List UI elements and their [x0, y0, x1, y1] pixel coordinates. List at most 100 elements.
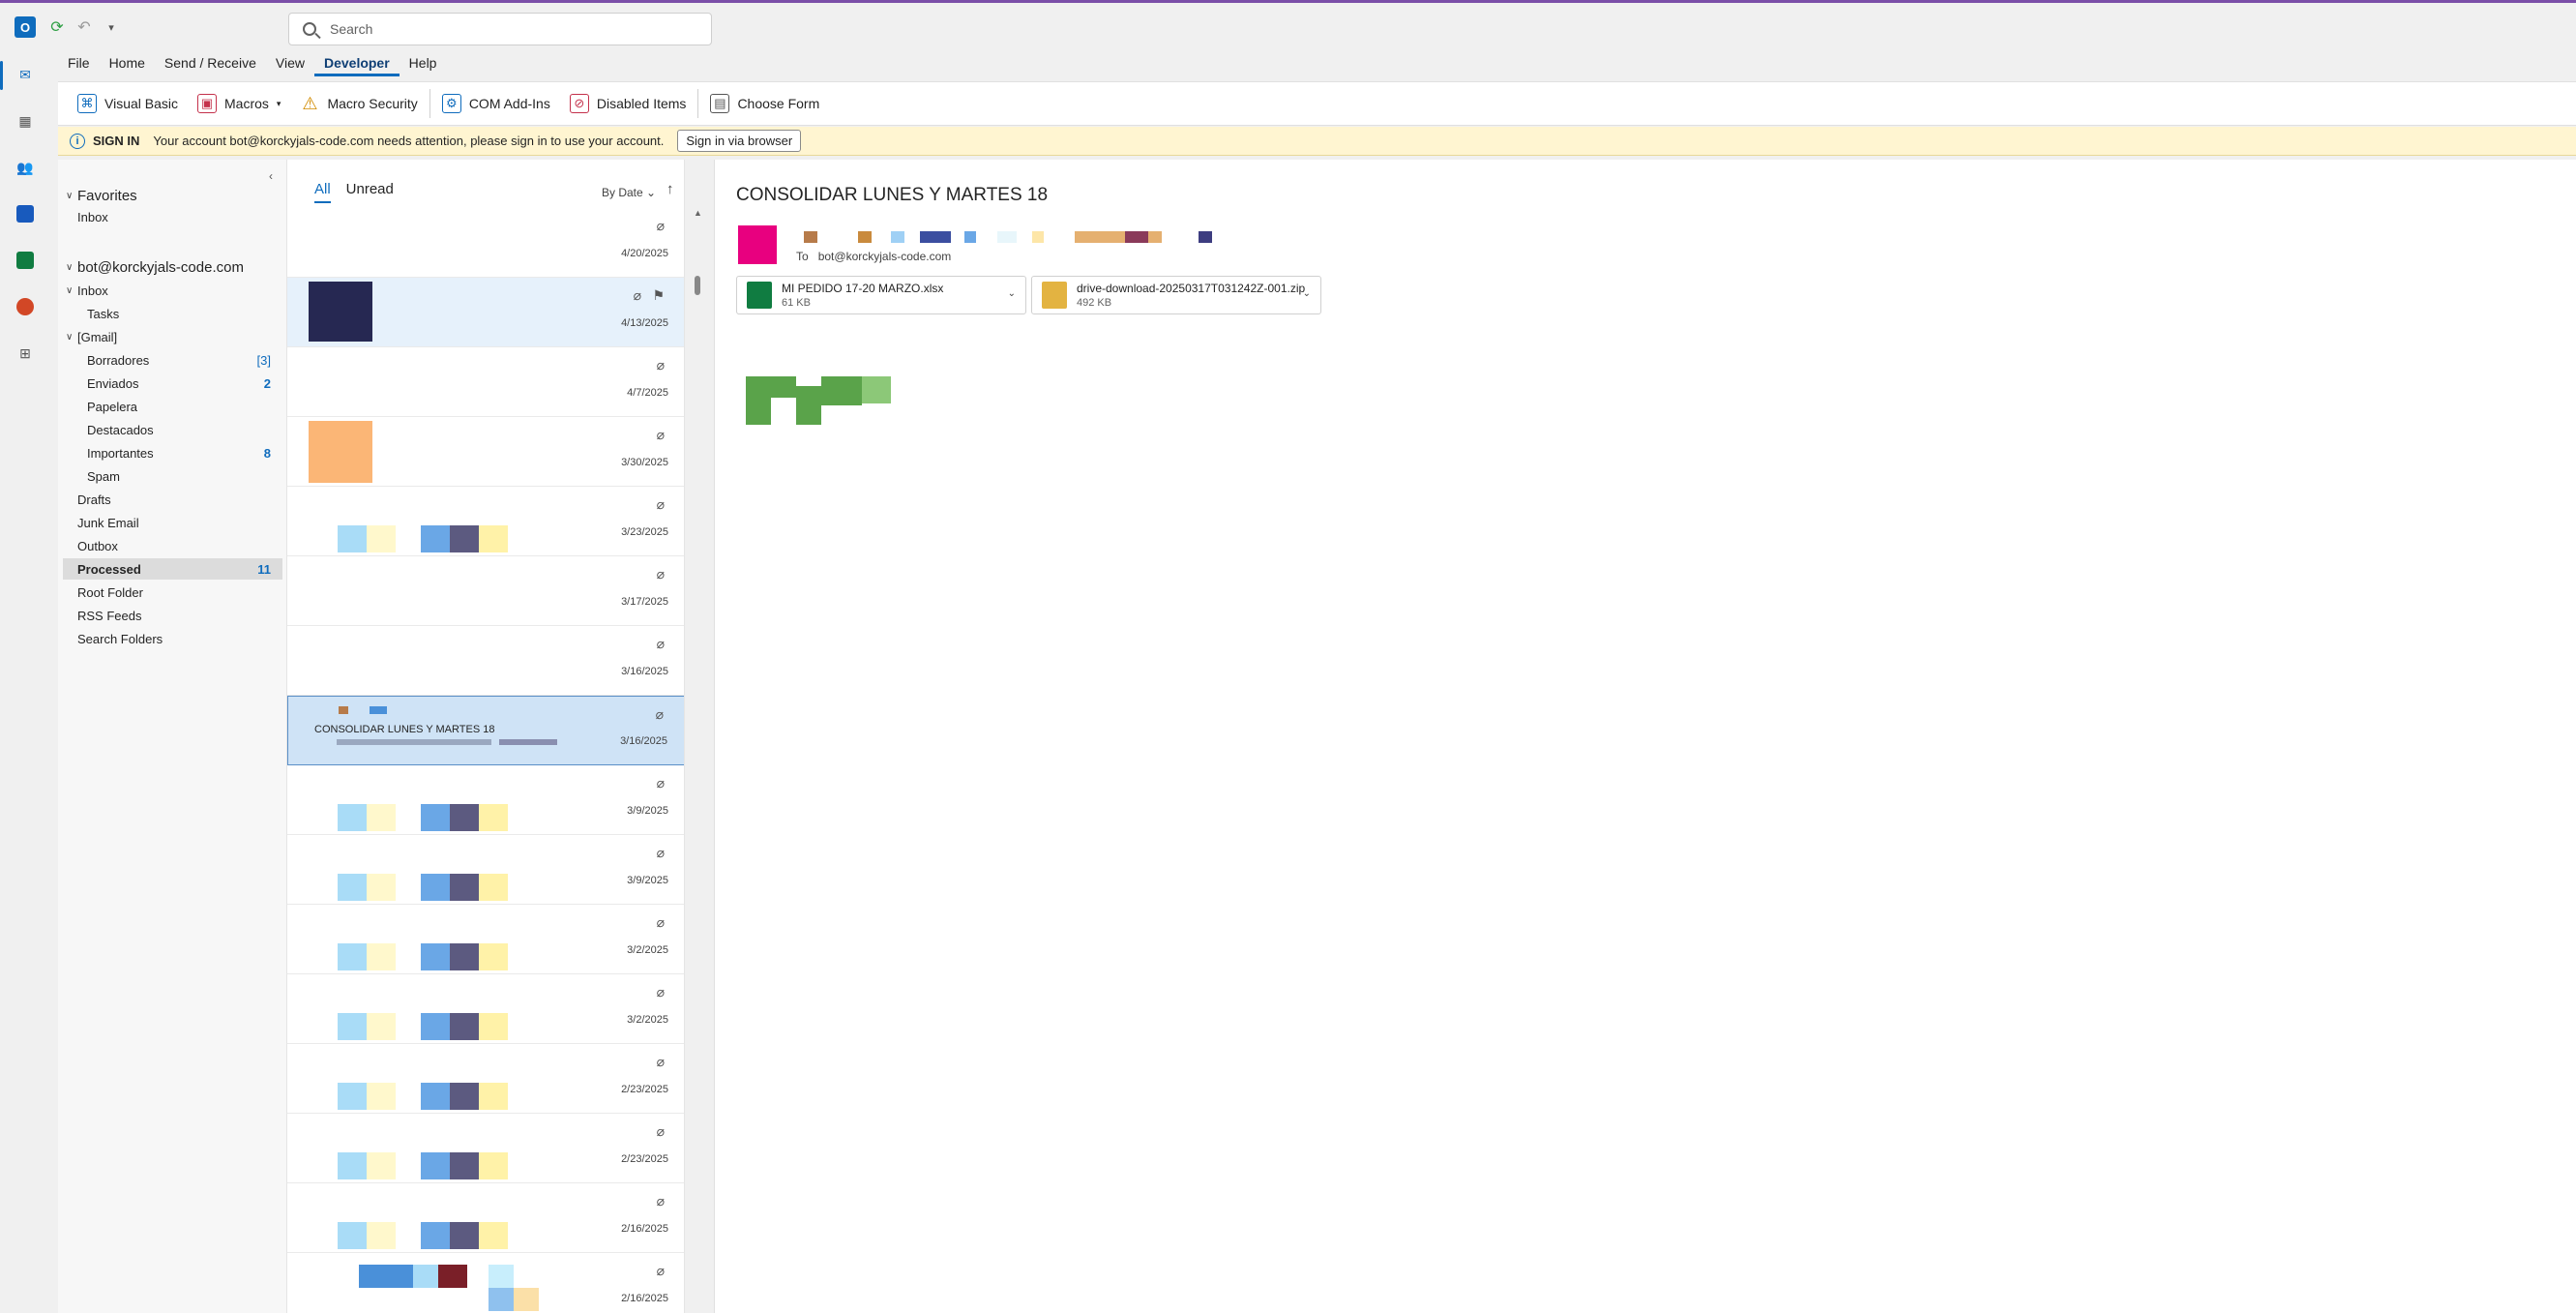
tab-developer[interactable]: Developer [313, 51, 400, 76]
sort-by-button[interactable]: By Date ⌄ [602, 186, 656, 199]
folder-destacados[interactable]: Destacados [87, 419, 311, 440]
app-rail: ✉ ▦ 👥 ⊞ [0, 51, 50, 1313]
message-row[interactable]: ⌀ ⚑ 4/13/2025 [287, 278, 684, 347]
more-apps-icon[interactable]: ⊞ [12, 340, 39, 367]
excel-app-icon[interactable] [12, 247, 39, 274]
redacted-preview [421, 525, 450, 552]
collapse-pane-icon[interactable]: ‹ [269, 169, 273, 183]
form-icon: ▤ [710, 94, 730, 113]
attachment-xlsx[interactable]: MI PEDIDO 17-20 MARZO.xlsx 61 KB ⌄ [736, 276, 1026, 314]
folder-spam[interactable]: Spam [87, 465, 311, 487]
mail-icon[interactable]: ✉ [12, 61, 39, 88]
message-list-scrollbar[interactable]: ▲ [694, 208, 703, 1313]
message-row[interactable]: ⌀ 3/9/2025 [287, 835, 684, 905]
redacted-preview [489, 1265, 514, 1288]
macro-security-button[interactable]: ⚠ Macro Security [290, 87, 427, 120]
account-header[interactable]: ∨ bot@korckyjals-code.com [66, 256, 290, 278]
tab-help[interactable]: Help [400, 51, 447, 76]
chevron-down-icon[interactable]: ⌄ [1008, 288, 1016, 299]
message-row[interactable]: ⌀ 2/16/2025 [287, 1253, 684, 1313]
favorites-header[interactable]: ∨ Favorites [66, 185, 290, 206]
folder-processed[interactable]: Processed 11 [63, 558, 282, 580]
flag-icon[interactable]: ⚑ [652, 287, 665, 304]
calendar-icon[interactable]: ▦ [12, 107, 39, 134]
filter-all-tab[interactable]: All [314, 181, 331, 203]
message-row[interactable]: ⌀ 4/20/2025 [287, 208, 684, 278]
folder-junk-email[interactable]: Junk Email [77, 512, 302, 533]
redacted-preview [479, 804, 508, 831]
choose-form-button[interactable]: ▤ Choose Form [700, 87, 829, 120]
customize-toolbar-icon[interactable]: ▾ [101, 16, 122, 38]
disabled-items-button[interactable]: ⊘ Disabled Items [560, 87, 696, 120]
message-subject: CONSOLIDAR LUNES Y MARTES 18 [314, 724, 495, 735]
folder-search-folders[interactable]: Search Folders [77, 628, 302, 649]
message-row[interactable]: ⌀ 3/30/2025 [287, 417, 684, 487]
sync-icon[interactable]: ⟳ [46, 16, 68, 38]
attachment-icon: ⌀ [656, 775, 665, 791]
message-row[interactable]: ⌀ 2/23/2025 [287, 1114, 684, 1183]
folder-tasks[interactable]: Tasks [87, 303, 311, 324]
folder-favorites-inbox[interactable]: Inbox [77, 206, 302, 227]
scroll-up-icon[interactable]: ▲ [694, 208, 702, 218]
redacted-preview [367, 874, 396, 901]
folder-label: [Gmail] [77, 329, 118, 344]
visual-basic-button[interactable]: ⌘ Visual Basic [68, 87, 188, 120]
redacted-sender [337, 739, 491, 745]
message-list: All Unread By Date ⌄ ↑ ⌀ 4/20/2025 ⌀ ⚑ 4/13/… [286, 160, 685, 1313]
folder-drafts[interactable]: Drafts [77, 489, 302, 510]
tab-file[interactable]: File [58, 51, 100, 76]
filter-unread-tab[interactable]: Unread [346, 181, 394, 203]
message-row[interactable]: ⌀ 2/16/2025 [287, 1183, 684, 1253]
undo-icon[interactable]: ↶ [74, 16, 95, 38]
folder-label: Inbox [77, 283, 108, 298]
sort-direction-icon[interactable]: ↑ [666, 181, 674, 197]
chevron-down-icon[interactable]: ⌄ [1303, 288, 1311, 299]
choose-form-label: Choose Form [737, 96, 820, 111]
redacted-preview [421, 804, 450, 831]
powerpoint-app-icon[interactable] [12, 293, 39, 320]
message-row[interactable]: ⌀ 2/23/2025 [287, 1044, 684, 1114]
message-date: 3/30/2025 [621, 457, 668, 468]
sender-avatar[interactable] [738, 225, 777, 264]
signin-via-browser-button[interactable]: Sign in via browser [677, 130, 802, 152]
scroll-thumb[interactable] [695, 276, 700, 295]
attachment-zip[interactable]: drive-download-20250317T031242Z-001.zip … [1031, 276, 1321, 314]
tab-view[interactable]: View [266, 51, 314, 76]
message-row[interactable]: ⌀ 3/2/2025 [287, 905, 684, 974]
redacted-preview [367, 525, 396, 552]
redacted-preview [421, 1222, 450, 1249]
folder-gmail[interactable]: ∨ [Gmail] [66, 326, 290, 347]
folder-outbox[interactable]: Outbox [77, 535, 302, 556]
message-row[interactable]: CONSOLIDAR LUNES Y MARTES 18 ⌀ 3/16/2025 [287, 696, 684, 765]
to-address[interactable]: bot@korckyjals-code.com [818, 250, 952, 263]
attachment-icon: ⌀ [656, 845, 665, 860]
folder-borradores[interactable]: Borradores [3] [87, 349, 282, 371]
folder-root[interactable]: Root Folder [77, 582, 302, 603]
redacted-preview [367, 1152, 396, 1179]
folder-importantes[interactable]: Importantes 8 [87, 442, 282, 463]
message-filter: All Unread [314, 181, 394, 203]
macros-button[interactable]: ▣ Macros ▾ [188, 87, 290, 120]
message-row[interactable]: ⌀ 3/17/2025 [287, 556, 684, 626]
folder-inbox[interactable]: ∨ Inbox [66, 280, 290, 301]
message-row[interactable]: ⌀ 4/7/2025 [287, 347, 684, 417]
message-row[interactable]: ⌀ 3/2/2025 [287, 974, 684, 1044]
folder-rss-feeds[interactable]: RSS Feeds [77, 605, 302, 626]
people-icon[interactable]: 👥 [12, 154, 39, 181]
folder-enviados[interactable]: Enviados 2 [87, 373, 282, 394]
redacted-preview [338, 804, 367, 831]
word-app-icon[interactable] [12, 200, 39, 227]
com-addins-button[interactable]: ⚙ COM Add-Ins [432, 87, 560, 120]
attachment-icon: ⌀ [656, 496, 665, 512]
message-row[interactable]: ⌀ 3/23/2025 [287, 487, 684, 556]
ribbon: ⌘ Visual Basic ▣ Macros ▾ ⚠ Macro Securi… [58, 81, 2576, 126]
redacted-preview [479, 1152, 508, 1179]
message-row[interactable]: ⌀ 3/16/2025 [287, 626, 684, 696]
tab-home[interactable]: Home [100, 51, 155, 76]
folder-papelera[interactable]: Papelera [87, 396, 311, 417]
message-row[interactable]: ⌀ 3/9/2025 [287, 765, 684, 835]
message-subject: CONSOLIDAR LUNES Y MARTES 18 [736, 185, 1049, 205]
search-box[interactable]: Search [288, 13, 712, 45]
attachment-icon: ⌀ [655, 706, 664, 722]
tab-send-receive[interactable]: Send / Receive [155, 51, 266, 76]
